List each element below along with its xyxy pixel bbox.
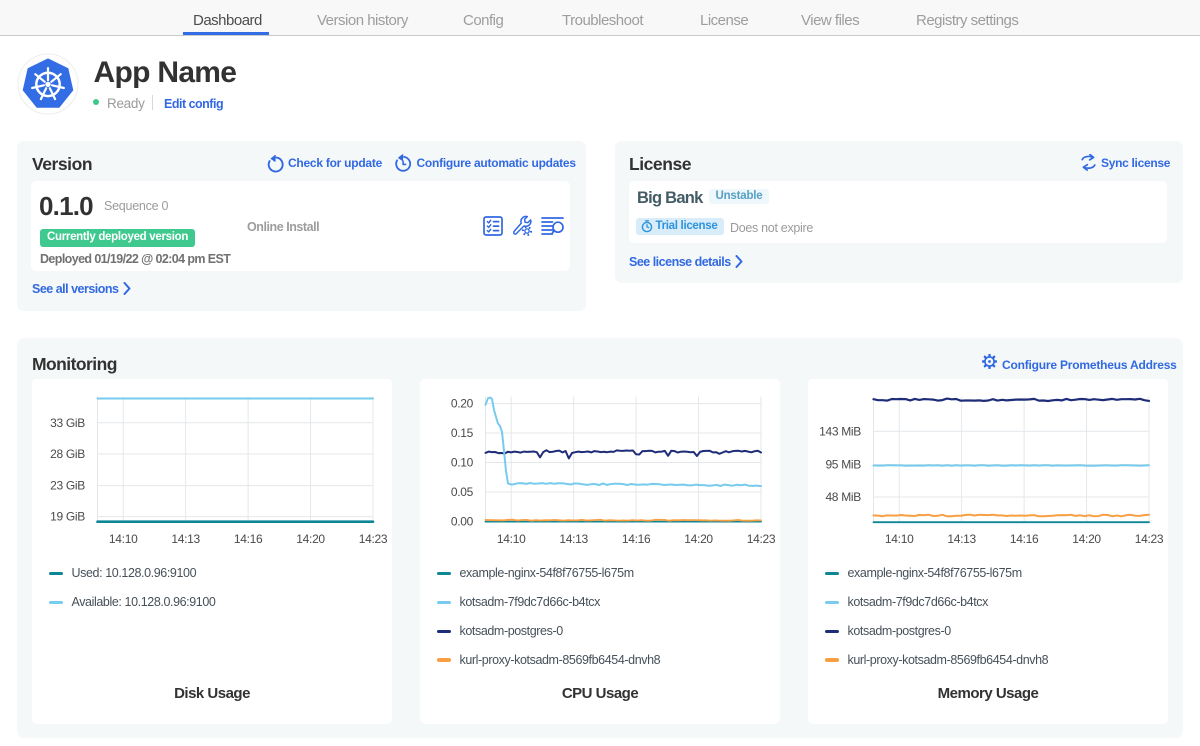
- svg-text:14:13: 14:13: [171, 532, 200, 546]
- svg-text:14:10: 14:10: [885, 532, 914, 546]
- svg-text:0.05: 0.05: [451, 485, 474, 499]
- svg-text:14:10: 14:10: [109, 532, 138, 546]
- svg-text:14:20: 14:20: [296, 532, 325, 546]
- svg-text:14:16: 14:16: [622, 532, 651, 546]
- svg-text:14:13: 14:13: [559, 532, 588, 546]
- svg-text:14:23: 14:23: [747, 532, 776, 546]
- svg-text:33 GiB: 33 GiB: [50, 416, 85, 430]
- svg-text:14:20: 14:20: [684, 532, 713, 546]
- svg-text:95 MiB: 95 MiB: [825, 458, 861, 472]
- svg-text:143 MiB: 143 MiB: [819, 424, 861, 438]
- svg-text:23 GiB: 23 GiB: [50, 479, 85, 493]
- svg-text:14:16: 14:16: [1010, 532, 1039, 546]
- svg-text:0.10: 0.10: [451, 456, 474, 470]
- svg-text:0.00: 0.00: [451, 514, 474, 528]
- svg-text:0.15: 0.15: [451, 426, 474, 440]
- svg-text:48 MiB: 48 MiB: [825, 490, 861, 504]
- svg-text:19 GiB: 19 GiB: [50, 510, 85, 524]
- svg-text:14:16: 14:16: [234, 532, 263, 546]
- svg-text:14:10: 14:10: [497, 532, 526, 546]
- svg-text:14:23: 14:23: [359, 532, 388, 546]
- svg-text:14:23: 14:23: [1135, 532, 1164, 546]
- svg-text:14:20: 14:20: [1072, 532, 1101, 546]
- svg-text:14:13: 14:13: [947, 532, 976, 546]
- svg-text:28 GiB: 28 GiB: [50, 447, 85, 461]
- svg-text:0.20: 0.20: [451, 397, 474, 411]
